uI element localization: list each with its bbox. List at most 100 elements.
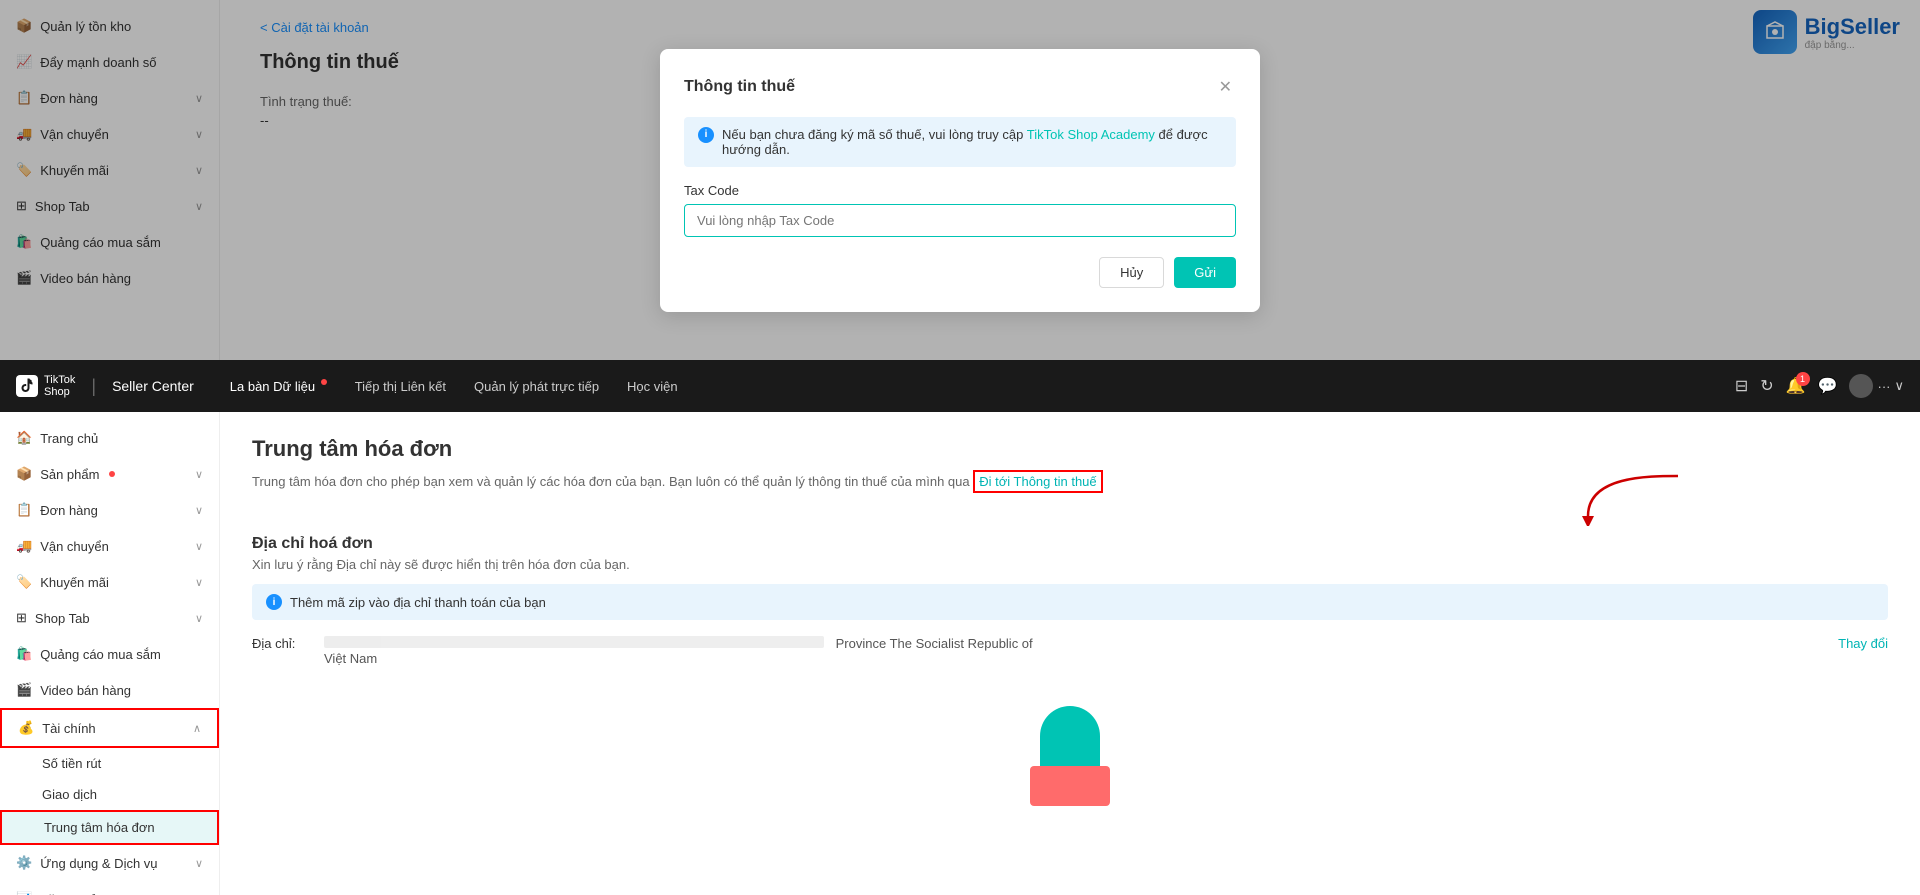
home-icon: 🏠 xyxy=(16,430,32,446)
nav-brand: Seller Center xyxy=(112,378,194,394)
bottom-sidebar: 🏠 Trang chủ 📦 Sản phẩm ∨ 📋 Đơn hàng ∨ xyxy=(0,412,220,895)
address-details: Province The Socialist Republic of Việt … xyxy=(324,636,1826,666)
address-province: Province The Socialist Republic of xyxy=(836,636,1033,651)
sidebar-label: Trang chủ xyxy=(40,431,98,446)
layout-icon-button[interactable]: ⊟ xyxy=(1735,376,1748,396)
nav-dot xyxy=(321,379,327,385)
nav-links: La bàn Dữ liệu Tiếp thị Liên kết Quản lý… xyxy=(218,373,1719,400)
ad-icon: 🛍️ xyxy=(16,646,32,662)
user-chevron-icon: ∨ xyxy=(1894,378,1904,394)
sidebar-item-san-pham[interactable]: 📦 Sản phẩm ∨ xyxy=(0,456,219,492)
user-avatar xyxy=(1849,374,1873,398)
modal-info-banner: i Nếu bạn chưa đăng ký mã số thuế, vui l… xyxy=(684,117,1236,167)
sub-item-label: Trung tâm hóa đơn xyxy=(44,820,155,835)
sidebar-item-tang-truong[interactable]: 📊 Tăng trưởng ∨ xyxy=(0,881,219,895)
sidebar-item-don-hang-b[interactable]: 📋 Đơn hàng ∨ xyxy=(0,492,219,528)
sub-item-label: Giao dịch xyxy=(42,787,97,802)
order-icon: 📋 xyxy=(16,502,32,518)
sidebar-item-van-chuyen-b[interactable]: 🚚 Vận chuyển ∨ xyxy=(0,528,219,564)
tax-code-label: Tax Code xyxy=(684,183,1236,198)
tiktok-academy-link[interactable]: TikTok Shop Academy xyxy=(1027,127,1155,142)
sidebar-subitem-trung-tam-hoa-don[interactable]: Trung tâm hóa đơn xyxy=(0,810,219,845)
nav-link-hoc-vien[interactable]: Học viện xyxy=(615,373,690,400)
tax-code-input[interactable] xyxy=(684,204,1236,237)
sidebar-item-ung-dung[interactable]: ⚙️ Ứng dụng & Dịch vụ ∨ xyxy=(0,845,219,881)
product-dot xyxy=(109,471,115,477)
address-change-link[interactable]: Thay đổi xyxy=(1838,636,1888,651)
tax-info-link[interactable]: Đi tới Thông tin thuế xyxy=(973,470,1102,493)
user-name: ··· xyxy=(1877,379,1890,394)
address-row: Địa chỉ: Province The Socialist Republic… xyxy=(252,636,1888,666)
address-blurred xyxy=(324,636,824,648)
sidebar-item-shop-tab-b[interactable]: ⊞ Shop Tab ∨ xyxy=(0,600,219,636)
modal-title: Thông tin thuế xyxy=(684,78,795,96)
sidebar-subitem-giao-dich[interactable]: Giao dịch xyxy=(0,779,219,810)
chat-icon-button[interactable]: 💬 xyxy=(1818,376,1838,396)
sidebar-item-quang-cao-b[interactable]: 🛍️ Quảng cáo mua sắm xyxy=(0,636,219,672)
sub-item-label: Số tiền rút xyxy=(42,756,101,771)
grid-icon: ⊞ xyxy=(16,610,27,626)
chevron-up-icon: ∧ xyxy=(193,722,201,735)
package-icon: 📦 xyxy=(16,466,32,482)
arrow-annotation xyxy=(1568,466,1688,529)
nav-link-la-ban[interactable]: La bàn Dữ liệu xyxy=(218,373,339,400)
sidebar-label: Vận chuyển xyxy=(40,539,109,554)
nav-right: ⊟ ↻ 🔔 1 💬 ··· ∨ xyxy=(1735,374,1904,398)
truck-icon: 🚚 xyxy=(16,538,32,554)
tax-info-modal: Thông tin thuế ✕ i Nếu bạn chưa đăng ký … xyxy=(660,49,1260,312)
char-head xyxy=(1040,706,1100,766)
sidebar-label: Video bán hàng xyxy=(40,683,131,698)
address-country: Việt Nam xyxy=(324,651,377,666)
sidebar-label: Shop Tab xyxy=(35,611,90,626)
cancel-button[interactable]: Hủy xyxy=(1099,257,1164,288)
billing-section-desc: Xin lưu ý rằng Địa chỉ này sẽ được hiển … xyxy=(252,557,1888,572)
nav-divider: | xyxy=(91,376,96,397)
sidebar-label: Quảng cáo mua sắm xyxy=(40,647,161,662)
info-icon: i xyxy=(698,127,714,143)
info-banner-bottom: i Thêm mã zip vào địa chỉ thanh toán của… xyxy=(252,584,1888,620)
chevron-icon: ∨ xyxy=(195,576,203,589)
user-menu[interactable]: ··· ∨ xyxy=(1849,374,1904,398)
sidebar-label: Khuyến mãi xyxy=(40,575,109,590)
page-title: Trung tâm hóa đơn xyxy=(252,436,1103,462)
sidebar-label: Ứng dụng & Dịch vụ xyxy=(40,856,157,871)
chevron-icon: ∨ xyxy=(195,504,203,517)
chevron-icon: ∨ xyxy=(195,468,203,481)
page-desc: Trung tâm hóa đơn cho phép bạn xem và qu… xyxy=(252,470,1103,493)
sidebar-item-trang-chu[interactable]: 🏠 Trang chủ xyxy=(0,420,219,456)
nav-link-quan-ly-phat[interactable]: Quản lý phát trực tiếp xyxy=(462,373,611,400)
chevron-icon: ∨ xyxy=(195,857,203,870)
bottom-main: 🏠 Trang chủ 📦 Sản phẩm ∨ 📋 Đơn hàng ∨ xyxy=(0,412,1920,895)
illustration-area xyxy=(252,706,1888,806)
billing-section: Địa chỉ hoá đơn Xin lưu ý rằng Địa chỉ n… xyxy=(252,535,1888,666)
main-content: Trung tâm hóa đơn Trung tâm hóa đơn cho … xyxy=(220,412,1920,895)
arrow-svg xyxy=(1568,466,1688,526)
modal-overlay: Thông tin thuế ✕ i Nếu bạn chưa đăng ký … xyxy=(0,0,1920,360)
tiktok-shop-label: TikTokShop xyxy=(44,374,75,398)
bottom-half: TikTokShop | Seller Center La bàn Dữ liệ… xyxy=(0,360,1920,895)
sidebar-item-khuyen-mai-b[interactable]: 🏷️ Khuyến mãi ∨ xyxy=(0,564,219,600)
notification-badge: 1 xyxy=(1796,372,1810,386)
tag-icon: 🏷️ xyxy=(16,574,32,590)
sidebar-item-video-b[interactable]: 🎬 Video bán hàng xyxy=(0,672,219,708)
wallet-icon: 💰 xyxy=(18,720,34,736)
apps-icon: ⚙️ xyxy=(16,855,32,871)
nav-bar: TikTokShop | Seller Center La bàn Dữ liệ… xyxy=(0,360,1920,412)
nav-link-tiep-thi[interactable]: Tiếp thị Liên kết xyxy=(343,373,458,400)
billing-section-title: Địa chỉ hoá đơn xyxy=(252,535,1888,553)
sidebar-subitem-so-tien-rut[interactable]: Số tiền rút xyxy=(0,748,219,779)
info-icon-bottom: i xyxy=(266,594,282,610)
modal-actions: Hủy Gửi xyxy=(684,257,1236,288)
refresh-icon-button[interactable]: ↻ xyxy=(1760,376,1773,396)
char-body xyxy=(1030,766,1110,806)
sidebar-label: Sản phẩm xyxy=(40,467,99,482)
notification-button[interactable]: 🔔 1 xyxy=(1786,376,1806,396)
submit-button[interactable]: Gửi xyxy=(1174,257,1236,288)
modal-close-button[interactable]: ✕ xyxy=(1215,73,1236,101)
video-icon: 🎬 xyxy=(16,682,32,698)
illustration xyxy=(1010,706,1130,806)
tiktok-logo-icon xyxy=(16,375,38,397)
info-banner-text: Thêm mã zip vào địa chỉ thanh toán của b… xyxy=(290,595,546,610)
sidebar-item-tai-chinh[interactable]: 💰 Tài chính ∧ xyxy=(0,708,219,748)
chevron-icon: ∨ xyxy=(195,612,203,625)
